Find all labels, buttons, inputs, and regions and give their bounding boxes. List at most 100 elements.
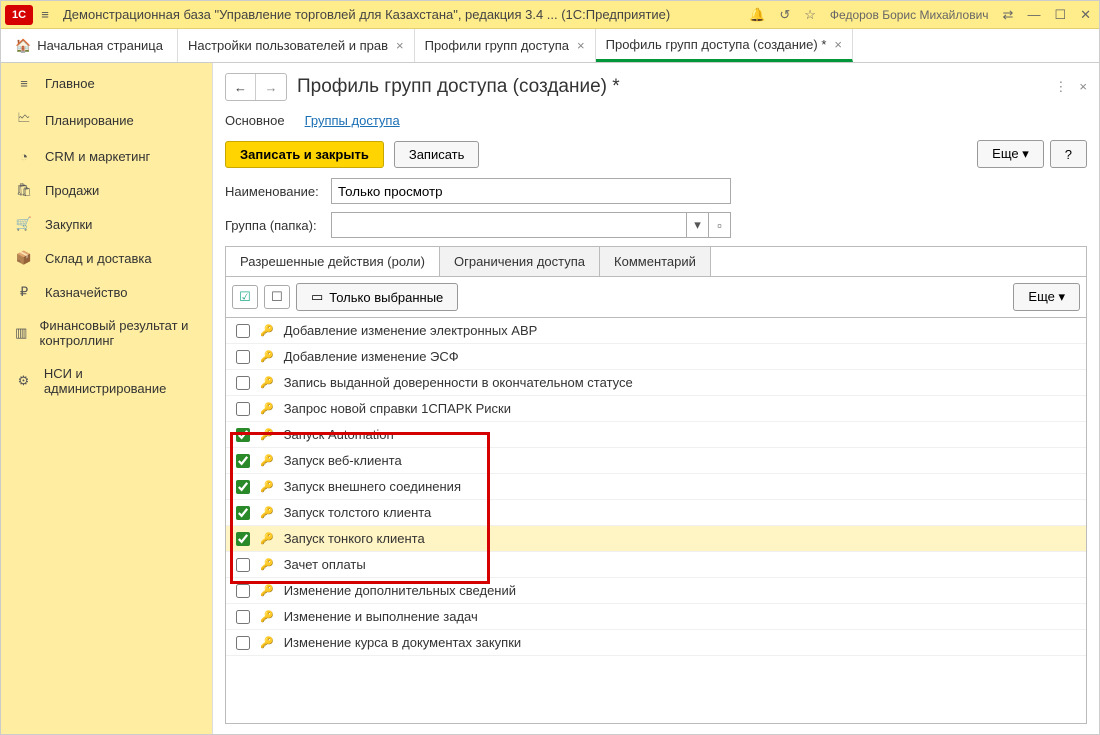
key-icon: 🔑	[260, 480, 274, 493]
minimize-icon[interactable]: —	[1023, 5, 1044, 24]
sidebar-item-nsi[interactable]: ⚙НСИ и администрирование	[1, 357, 212, 405]
sidebar-item-planning[interactable]: 🗠Планирование	[1, 100, 212, 140]
list-item[interactable]: 🔑Добавление изменение электронных АВР	[226, 318, 1086, 344]
list-item[interactable]: 🔑Запуск Automation	[226, 422, 1086, 448]
list-item[interactable]: 🔑Изменение курса в документах закупки	[226, 630, 1086, 656]
user-name[interactable]: Федоров Борис Михайлович	[826, 6, 993, 24]
sidebar-item-main[interactable]: ≡Главное	[1, 67, 212, 100]
open-icon[interactable]: ▫	[708, 213, 730, 237]
link-groups[interactable]: Группы доступа	[305, 113, 400, 128]
bag-icon: 🛍	[15, 182, 33, 198]
coin-icon: ₽	[15, 284, 33, 300]
role-checkbox[interactable]	[236, 532, 250, 546]
list-item[interactable]: 🔑Запуск толстого клиента	[226, 500, 1086, 526]
sidebar-item-treasury[interactable]: ₽Казначейство	[1, 275, 212, 309]
home-icon: 🏠	[15, 38, 31, 54]
role-checkbox[interactable]	[236, 506, 250, 520]
role-checkbox[interactable]	[236, 428, 250, 442]
role-label: Запуск тонкого клиента	[284, 531, 425, 546]
sidebar-item-label: Продажи	[45, 183, 99, 198]
dropdown-icon[interactable]: ▾	[686, 213, 708, 237]
tab-home[interactable]: 🏠 Начальная страница	[1, 29, 178, 62]
app-title: Демонстрационная база "Управление торгов…	[57, 7, 745, 22]
check-all-button[interactable]: ☑	[232, 285, 258, 309]
equals-icon[interactable]: ⇄	[999, 5, 1018, 25]
name-input[interactable]	[331, 178, 731, 204]
role-label: Запуск веб-клиента	[284, 453, 402, 468]
list-item[interactable]: 🔑Изменение дополнительных сведений	[226, 578, 1086, 604]
uncheck-all-button[interactable]: ☐	[264, 285, 290, 309]
close-icon[interactable]: ×	[834, 37, 842, 52]
key-icon: 🔑	[260, 376, 274, 389]
menu-dots-icon[interactable]: ⋮	[1054, 79, 1067, 95]
key-icon: 🔑	[260, 636, 274, 649]
more-button[interactable]: Еще ▾	[977, 140, 1044, 168]
inner-tab-restrictions[interactable]: Ограничения доступа	[440, 247, 600, 276]
list-icon: ≡	[15, 76, 33, 91]
sidebar-item-label: Финансовый результат и контроллинг	[40, 318, 198, 348]
close-icon[interactable]: ×	[396, 38, 404, 53]
role-checkbox[interactable]	[236, 636, 250, 650]
menu-icon[interactable]: ≡	[33, 7, 57, 22]
sidebar-item-label: НСИ и администрирование	[44, 366, 198, 396]
help-button[interactable]: ?	[1050, 140, 1087, 168]
star-icon[interactable]: ☆	[800, 5, 820, 25]
group-combo[interactable]: ▾ ▫	[331, 212, 731, 238]
main-content: ← → Профиль групп доступа (создание) * ⋮…	[213, 63, 1099, 734]
tab-profile-create[interactable]: Профиль групп доступа (создание) * ×	[596, 29, 853, 62]
maximize-icon[interactable]: ☐	[1050, 5, 1070, 25]
sidebar-item-warehouse[interactable]: 📦 Склад и доставка	[1, 241, 212, 275]
list-item[interactable]: 🔑Изменение и выполнение задач	[226, 604, 1086, 630]
role-checkbox[interactable]	[236, 350, 250, 364]
sidebar-item-purchases[interactable]: 🛒Закупки	[1, 207, 212, 241]
group-input[interactable]	[332, 213, 686, 237]
tab-profiles[interactable]: Профили групп доступа ×	[415, 29, 596, 62]
role-checkbox[interactable]	[236, 558, 250, 572]
sidebar-item-sales[interactable]: 🛍 Продажи	[1, 173, 212, 207]
list-item[interactable]: 🔑 Зачет оплаты	[226, 552, 1086, 578]
role-checkbox[interactable]	[236, 454, 250, 468]
back-button[interactable]: ←	[226, 74, 256, 100]
save-close-button[interactable]: Записать и закрыть	[225, 141, 384, 168]
key-icon: 🔑	[260, 558, 274, 571]
save-button[interactable]: Записать	[394, 141, 480, 168]
box-icon: 📦	[15, 250, 33, 266]
key-icon: 🔑	[260, 350, 274, 363]
role-checkbox[interactable]	[236, 480, 250, 494]
role-label: Запись выданной доверенности в окончател…	[284, 375, 633, 390]
sidebar-item-crm[interactable]: ◔CRM и маркетинг	[1, 140, 212, 173]
role-checkbox[interactable]	[236, 376, 250, 390]
sidebar-item-label: CRM и маркетинг	[45, 149, 150, 164]
inner-tab-comment[interactable]: Комментарий	[600, 247, 711, 276]
roles-list: 🔑Добавление изменение электронных АВР🔑До…	[225, 317, 1087, 724]
sidebar-item-label: Склад и доставка	[45, 251, 152, 266]
tab-settings[interactable]: Настройки пользователей и прав ×	[178, 29, 415, 62]
bell-icon[interactable]: 🔔	[745, 5, 769, 25]
inner-tab-roles[interactable]: Разрешенные действия (роли)	[226, 247, 440, 276]
role-checkbox[interactable]	[236, 324, 250, 338]
close-icon[interactable]: ×	[577, 38, 585, 53]
list-item[interactable]: 🔑 Запись выданной доверенности в окончате…	[226, 370, 1086, 396]
forward-button[interactable]: →	[256, 74, 286, 100]
role-checkbox[interactable]	[236, 610, 250, 624]
role-checkbox[interactable]	[236, 402, 250, 416]
close-icon[interactable]: ✕	[1076, 5, 1095, 25]
page-close-icon[interactable]: ×	[1079, 79, 1087, 95]
list-item[interactable]: 🔑Запуск внешнего соединения	[226, 474, 1086, 500]
list-item[interactable]: 🔑Запуск веб-клиента	[226, 448, 1086, 474]
role-label: Изменение и выполнение задач	[284, 609, 478, 624]
list-item[interactable]: 🔑Запрос новой справки 1СПАРК Риски	[226, 396, 1086, 422]
roles-more-button[interactable]: Еще ▾	[1013, 283, 1080, 311]
role-label: Зачет оплаты	[284, 557, 366, 572]
nav-buttons: ← →	[225, 73, 287, 101]
link-main[interactable]: Основное	[225, 113, 285, 128]
list-item[interactable]: 🔑Добавление изменение ЭСФ	[226, 344, 1086, 370]
name-label: Наименование:	[225, 184, 323, 199]
key-icon: 🔑	[260, 506, 274, 519]
role-checkbox[interactable]	[236, 584, 250, 598]
sidebar-item-finance[interactable]: ▥Финансовый результат и контроллинг	[1, 309, 212, 357]
list-item[interactable]: 🔑Запуск тонкого клиента	[226, 526, 1086, 552]
only-selected-button[interactable]: ▭Только выбранные	[296, 283, 458, 311]
role-label: Запуск Automation	[284, 427, 394, 442]
history-icon[interactable]: ↺	[775, 5, 794, 25]
